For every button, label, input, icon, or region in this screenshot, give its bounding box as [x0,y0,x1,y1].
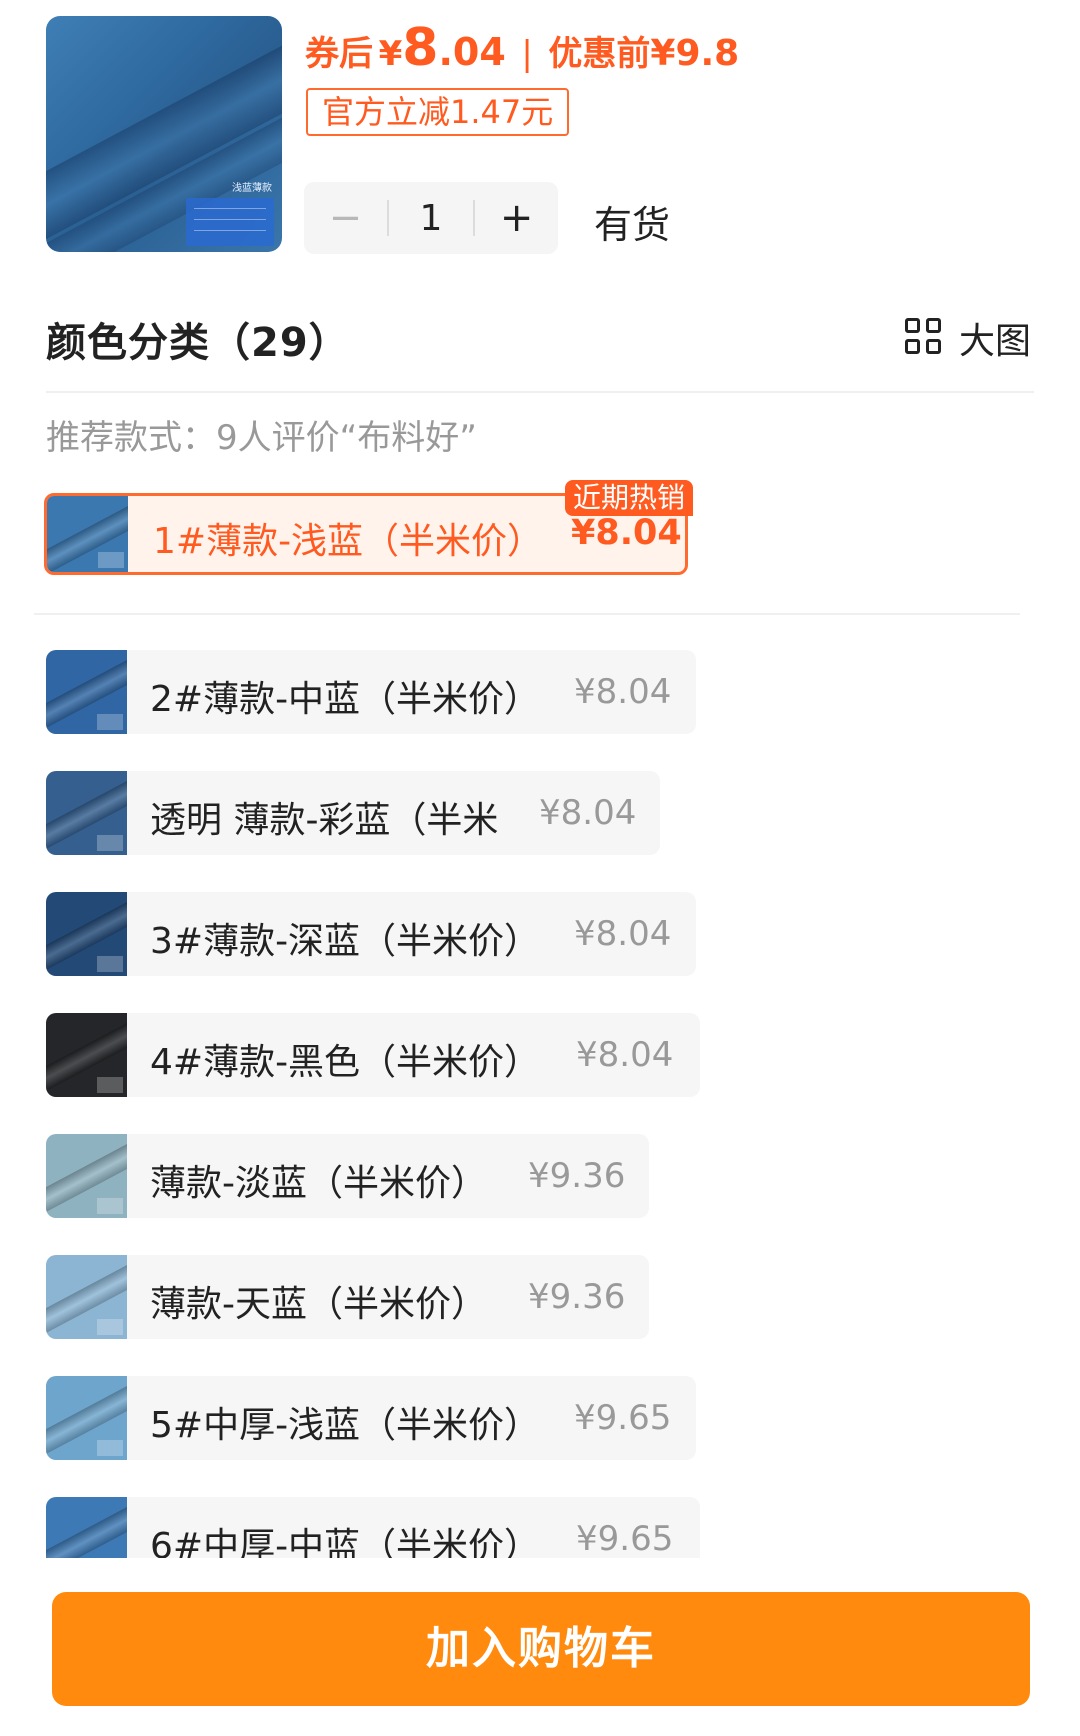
divider [34,613,1020,615]
option-selected[interactable]: 1#薄款-浅蓝（半米价） ¥8.04 近期热销 [44,480,694,575]
option-swatch [46,892,127,976]
option-swatch [46,1134,127,1218]
price-decimal: .04 [438,30,506,74]
spec-card [186,198,274,246]
increase-button[interactable]: + [475,182,558,254]
discount-badge: 官方立减1.47元 [306,88,570,136]
large-image-toggle[interactable]: 大图 [905,312,1031,364]
option-row[interactable]: 4#薄款-黑色（半米价） ¥8.04 [46,1013,700,1097]
option-list: 2#薄款-中蓝（半米价） ¥8.04 透明 薄款-彩蓝（半米 ¥8.04 3#薄… [0,640,1080,1558]
option-name: 5#中厚-浅蓝（半米价） [150,1405,541,1446]
option-swatch [46,1376,127,1460]
option-price: ¥8.04 [571,513,682,553]
price-prefix: 券后 [305,34,373,74]
add-to-cart-button[interactable]: 加入购物车 [52,1592,1030,1706]
option-price: ¥8.04 [576,1035,674,1075]
option-swatch [46,1013,127,1097]
option-swatch [47,496,128,572]
original-price-label: 优惠前 [548,34,651,74]
option-row[interactable]: 薄款-天蓝（半米价） ¥9.36 [46,1255,649,1339]
option-row[interactable]: 6#中厚-中蓝（半米价） ¥9.65 [46,1497,700,1558]
option-row[interactable]: 透明 薄款-彩蓝（半米 ¥8.04 [46,771,660,855]
option-price: ¥9.65 [574,1398,672,1438]
divider [46,391,1034,393]
grid-icon [905,318,945,358]
option-price: ¥9.65 [576,1519,674,1558]
option-swatch [46,1497,127,1558]
option-name: 4#薄款-黑色（半米价） [150,1042,541,1083]
option-name: 1#薄款-浅蓝（半米价） [153,521,544,562]
option-row[interactable]: 薄款-淡蓝（半米价） ¥9.36 [46,1134,649,1218]
recommend-text: 推荐款式：9人评价“布料好” [46,418,477,458]
hot-sale-tag: 近期热销 [565,480,694,516]
large-image-label: 大图 [959,321,1032,362]
option-price: ¥8.04 [574,672,672,712]
option-name: 薄款-天蓝（半米价） [150,1284,487,1325]
option-price: ¥8.04 [574,914,672,954]
option-swatch [46,771,127,855]
decrease-button[interactable]: − [304,182,387,254]
option-name: 2#薄款-中蓝（半米价） [150,679,541,720]
option-price: ¥8.04 [539,793,637,833]
price-integer: 8 [402,18,439,78]
price-line: 券后 ¥8.04 | 优惠前¥9.8 [305,18,739,78]
option-price: ¥9.36 [528,1277,626,1317]
product-thumbnail[interactable]: 浅蓝薄款 [46,16,282,252]
option-row[interactable]: 3#薄款-深蓝（半米价） ¥8.04 [46,892,696,976]
option-price: ¥9.36 [528,1156,626,1196]
stock-status: 有货 [594,203,671,247]
option-row[interactable]: 2#薄款-中蓝（半米价） ¥8.04 [46,650,696,734]
option-swatch [46,1255,127,1339]
section-title: 颜色分类（29） [46,320,350,366]
option-name: 3#薄款-深蓝（半米价） [150,921,541,962]
quantity-stepper: − 1 + [304,182,558,254]
currency-symbol: ¥ [378,34,403,74]
price-separator: | [521,34,533,74]
option-row[interactable]: 5#中厚-浅蓝（半米价） ¥9.65 [46,1376,696,1460]
option-name: 薄款-淡蓝（半米价） [150,1163,487,1204]
original-price: ¥9.8 [650,33,740,74]
thumbnail-label: 浅蓝薄款 [232,183,272,194]
option-swatch [46,650,127,734]
option-name: 6#中厚-中蓝（半米价） [150,1526,541,1558]
quantity-value[interactable]: 1 [389,198,474,239]
option-name: 透明 薄款-彩蓝（半米 [150,800,499,841]
